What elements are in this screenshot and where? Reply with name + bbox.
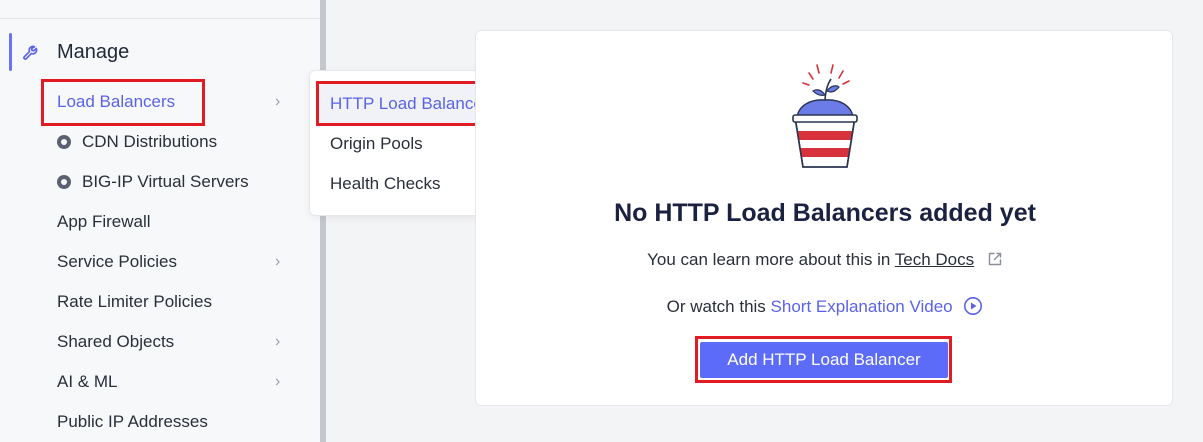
external-link-icon[interactable] <box>987 251 1003 267</box>
plant-pot-icon <box>792 64 858 168</box>
submenu-item-health-checks[interactable]: Health Checks <box>330 174 441 194</box>
sidebar-item-label: Public IP Addresses <box>57 412 208 431</box>
sidebar-item-label: App Firewall <box>57 212 151 231</box>
empty-state-title: No HTTP Load Balancers added yet <box>614 199 1036 227</box>
section-label: Manage <box>57 41 130 63</box>
sidebar-divider <box>0 18 320 19</box>
section-accent-bar <box>9 33 12 71</box>
chevron-right-icon: › <box>275 333 281 350</box>
sidebar-item-label: AI & ML <box>57 372 118 391</box>
sidebar-item-big-ip-virtual-servers[interactable]: BIG-IP Virtual Servers <box>57 170 297 194</box>
play-circle-icon[interactable] <box>963 296 983 316</box>
chevron-right-icon: › <box>275 93 281 110</box>
chevron-right-icon: › <box>275 373 281 390</box>
sidebar-item-rate-limiter-policies[interactable]: Rate Limiter Policies <box>57 290 297 314</box>
radio-dot-icon <box>57 135 71 149</box>
wrench-icon <box>23 45 38 60</box>
learn-more-text: You can learn more about this in <box>647 250 891 269</box>
highlight-box <box>41 79 205 126</box>
sidebar-item-service-policies[interactable]: Service Policies › <box>57 250 297 274</box>
sidebar-scrollbar[interactable] <box>320 0 326 442</box>
sidebar-item-shared-objects[interactable]: Shared Objects › <box>57 330 297 354</box>
sidebar-item-app-firewall[interactable]: App Firewall <box>57 210 297 234</box>
submenu-item-origin-pools[interactable]: Origin Pools <box>330 134 423 154</box>
sidebar-item-label: Service Policies <box>57 252 177 271</box>
tech-docs-link[interactable]: Tech Docs <box>895 250 974 269</box>
sidebar-item-label: Rate Limiter Policies <box>57 292 212 311</box>
radio-dot-icon <box>57 175 71 189</box>
learn-more-line: You can learn more about this in Tech Do… <box>476 250 1174 270</box>
section-manage[interactable]: Manage <box>9 33 309 71</box>
sidebar: Manage Load Balancers › CDN Distribution… <box>0 0 326 442</box>
sidebar-item-ai-ml[interactable]: AI & ML › <box>57 370 297 394</box>
chevron-right-icon: › <box>275 253 281 270</box>
sidebar-item-public-ip-addresses[interactable]: Public IP Addresses <box>57 410 297 434</box>
sidebar-item-cdn-distributions[interactable]: CDN Distributions <box>57 130 297 154</box>
highlight-box <box>695 336 952 383</box>
sidebar-item-label: BIG-IP Virtual Servers <box>82 172 249 191</box>
watch-video-text: Or watch this <box>666 297 766 316</box>
explanation-video-link[interactable]: Short Explanation Video <box>771 297 953 316</box>
sidebar-item-label: Shared Objects <box>57 332 175 351</box>
watch-video-line: Or watch this Short Explanation Video <box>476 296 1174 317</box>
sidebar-item-label: CDN Distributions <box>82 132 218 151</box>
